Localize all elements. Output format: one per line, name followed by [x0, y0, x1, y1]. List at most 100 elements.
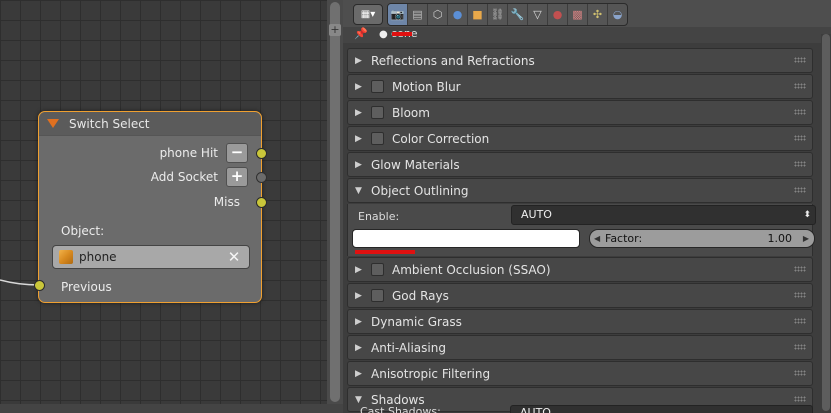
- drag-grip-icon[interactable]: [794, 135, 806, 141]
- collapsed-arrow-icon: ▶: [355, 159, 362, 170]
- output-socket-miss[interactable]: [256, 197, 267, 208]
- socket-row-miss: Miss: [214, 192, 261, 212]
- collapsed-arrow-icon: ▶: [355, 81, 362, 92]
- texture-tab[interactable]: ▩: [568, 4, 588, 25]
- socket-row-phone-hit: phone Hit −: [160, 143, 261, 163]
- factor-field[interactable]: ◀ Factor: 1.00 ▶: [589, 229, 815, 248]
- properties-header: ▦▾ 📷 ▤ ⬡ ● ■ ⛓ 🔧 ▽ ● ▩ ✣ ◒: [343, 0, 831, 28]
- object-icon: ■: [472, 8, 483, 21]
- editor-type-button[interactable]: ▦▾: [353, 4, 383, 25]
- data-icon: ▽: [533, 8, 542, 21]
- pin-icon[interactable]: 📌: [354, 27, 368, 40]
- render-icon: 📷: [390, 8, 405, 21]
- panel-enable-checkbox[interactable]: [371, 289, 384, 302]
- panel-reflections-and-refractions[interactable]: ▶ Reflections and Refractions: [347, 48, 813, 73]
- modifiers-tab[interactable]: 🔧: [508, 4, 528, 25]
- panel-label: Bloom: [392, 105, 430, 120]
- drag-grip-icon[interactable]: [794, 266, 806, 272]
- object-tab[interactable]: ■: [468, 4, 488, 25]
- panel-label: Glow Materials: [371, 157, 460, 172]
- remove-socket-button[interactable]: −: [226, 143, 248, 163]
- redaction-mark: [392, 32, 412, 36]
- decrement-arrow-icon[interactable]: ◀: [594, 230, 600, 247]
- panel-god-rays[interactable]: ▶ God Rays: [347, 283, 813, 308]
- panel-glow-materials[interactable]: ▶ Glow Materials: [347, 152, 813, 177]
- panel-label: Motion Blur: [392, 79, 461, 94]
- collapsed-arrow-icon: ▶: [355, 55, 362, 66]
- panel-enable-checkbox[interactable]: [371, 80, 384, 93]
- enable-select-value: AUTO: [521, 208, 552, 221]
- add-socket-button[interactable]: +: [226, 167, 248, 187]
- panel-label: God Rays: [392, 288, 449, 303]
- panel-motion-blur[interactable]: ▶ Motion Blur: [347, 74, 813, 99]
- render-tab[interactable]: 📷: [388, 4, 408, 25]
- panel-label: Reflections and Refractions: [371, 53, 535, 68]
- drag-grip-icon[interactable]: [794, 161, 806, 167]
- expanded-arrow-icon: ▼: [355, 185, 362, 196]
- material-icon: ●: [552, 8, 563, 21]
- select-updown-icon: ⬍: [803, 210, 811, 220]
- constraints-tab[interactable]: ⛓: [488, 4, 508, 25]
- drag-grip-icon[interactable]: [794, 370, 806, 376]
- properties-scrollbar[interactable]: [821, 34, 831, 413]
- node-editor-canvas[interactable]: Switch Select phone Hit − Add Socket + M…: [0, 0, 327, 413]
- drag-grip-icon[interactable]: [794, 344, 806, 350]
- expand-region-icon[interactable]: +: [329, 24, 341, 36]
- scene-icon: ⬡: [432, 8, 443, 21]
- drag-grip-icon[interactable]: [794, 292, 806, 298]
- panel-dynamic-grass[interactable]: ▶ Dynamic Grass: [347, 309, 813, 334]
- render-layers-tab[interactable]: ▤: [408, 4, 428, 25]
- panel-ambient-occlusion-ssao[interactable]: ▶ Ambient Occlusion (SSAO): [347, 257, 813, 282]
- node-editor-scrollbar[interactable]: +: [327, 0, 343, 413]
- scene-tab[interactable]: ⬡: [428, 4, 448, 25]
- panel-anisotropic-filtering[interactable]: ▶ Anisotropic Filtering: [347, 361, 813, 386]
- drag-grip-icon[interactable]: [794, 318, 806, 324]
- scrollbar-thumb[interactable]: [330, 2, 340, 402]
- collapsed-arrow-icon: ▶: [355, 342, 362, 353]
- physics-tab[interactable]: ◒: [608, 4, 627, 25]
- shadows-select[interactable]: AUTO: [510, 405, 813, 413]
- collapsed-arrow-icon: ▶: [355, 290, 362, 301]
- panel-label: Dynamic Grass: [371, 314, 462, 329]
- drag-grip-icon[interactable]: [794, 57, 806, 63]
- drag-grip-icon[interactable]: [794, 83, 806, 89]
- input-socket-previous[interactable]: [34, 280, 45, 291]
- panel-enable-checkbox[interactable]: [371, 263, 384, 276]
- scrollbar-thumb[interactable]: [822, 34, 830, 411]
- enable-select[interactable]: AUTO ⬍: [511, 205, 816, 225]
- panel-object-outlining[interactable]: ▼ Object Outlining: [347, 178, 813, 203]
- panel-enable-checkbox[interactable]: [371, 106, 384, 119]
- socket-label: phone Hit: [159, 146, 218, 160]
- shadows-row: Cast Shadows: AUTO: [347, 402, 813, 413]
- panel-label: Ambient Occlusion (SSAO): [392, 262, 551, 277]
- panel-label: Anisotropic Filtering: [371, 366, 491, 381]
- panel-enable-checkbox[interactable]: [371, 132, 384, 145]
- material-tab[interactable]: ●: [548, 4, 568, 25]
- object-value: phone: [79, 250, 117, 264]
- particles-icon: ✣: [592, 8, 603, 21]
- node-header[interactable]: Switch Select: [39, 112, 261, 136]
- object-outlining-body: Enable: AUTO ⬍ ◀ Factor: 1.00 ▶: [347, 204, 816, 256]
- world-tab[interactable]: ●: [448, 4, 468, 25]
- increment-arrow-icon[interactable]: ▶: [803, 230, 809, 247]
- output-socket-phone-hit[interactable]: [256, 148, 267, 159]
- socket-label: Miss: [213, 195, 240, 209]
- drag-grip-icon[interactable]: [794, 109, 806, 115]
- collapsed-arrow-icon: ▶: [355, 107, 362, 118]
- drag-grip-icon[interactable]: [794, 187, 806, 193]
- switch-select-node[interactable]: Switch Select phone Hit − Add Socket + M…: [34, 111, 267, 303]
- physics-icon: ◒: [612, 8, 623, 21]
- object-field[interactable]: phone ✕: [52, 245, 250, 269]
- collapsed-arrow-icon: ▶: [355, 316, 362, 327]
- panel-anti-aliasing[interactable]: ▶ Anti-Aliasing: [347, 335, 813, 360]
- outline-color-field[interactable]: [352, 229, 580, 248]
- panel-bloom[interactable]: ▶ Bloom: [347, 100, 813, 125]
- collapse-triangle-icon[interactable]: [47, 119, 59, 128]
- data-tab[interactable]: ▽: [528, 4, 548, 25]
- clear-object-icon[interactable]: ✕: [227, 250, 241, 265]
- particles-tab[interactable]: ✣: [588, 4, 608, 25]
- enable-label: Enable:: [358, 210, 400, 223]
- collapsed-arrow-icon: ▶: [355, 264, 362, 275]
- panel-color-correction[interactable]: ▶ Color Correction: [347, 126, 813, 151]
- output-socket-add[interactable]: [256, 172, 267, 183]
